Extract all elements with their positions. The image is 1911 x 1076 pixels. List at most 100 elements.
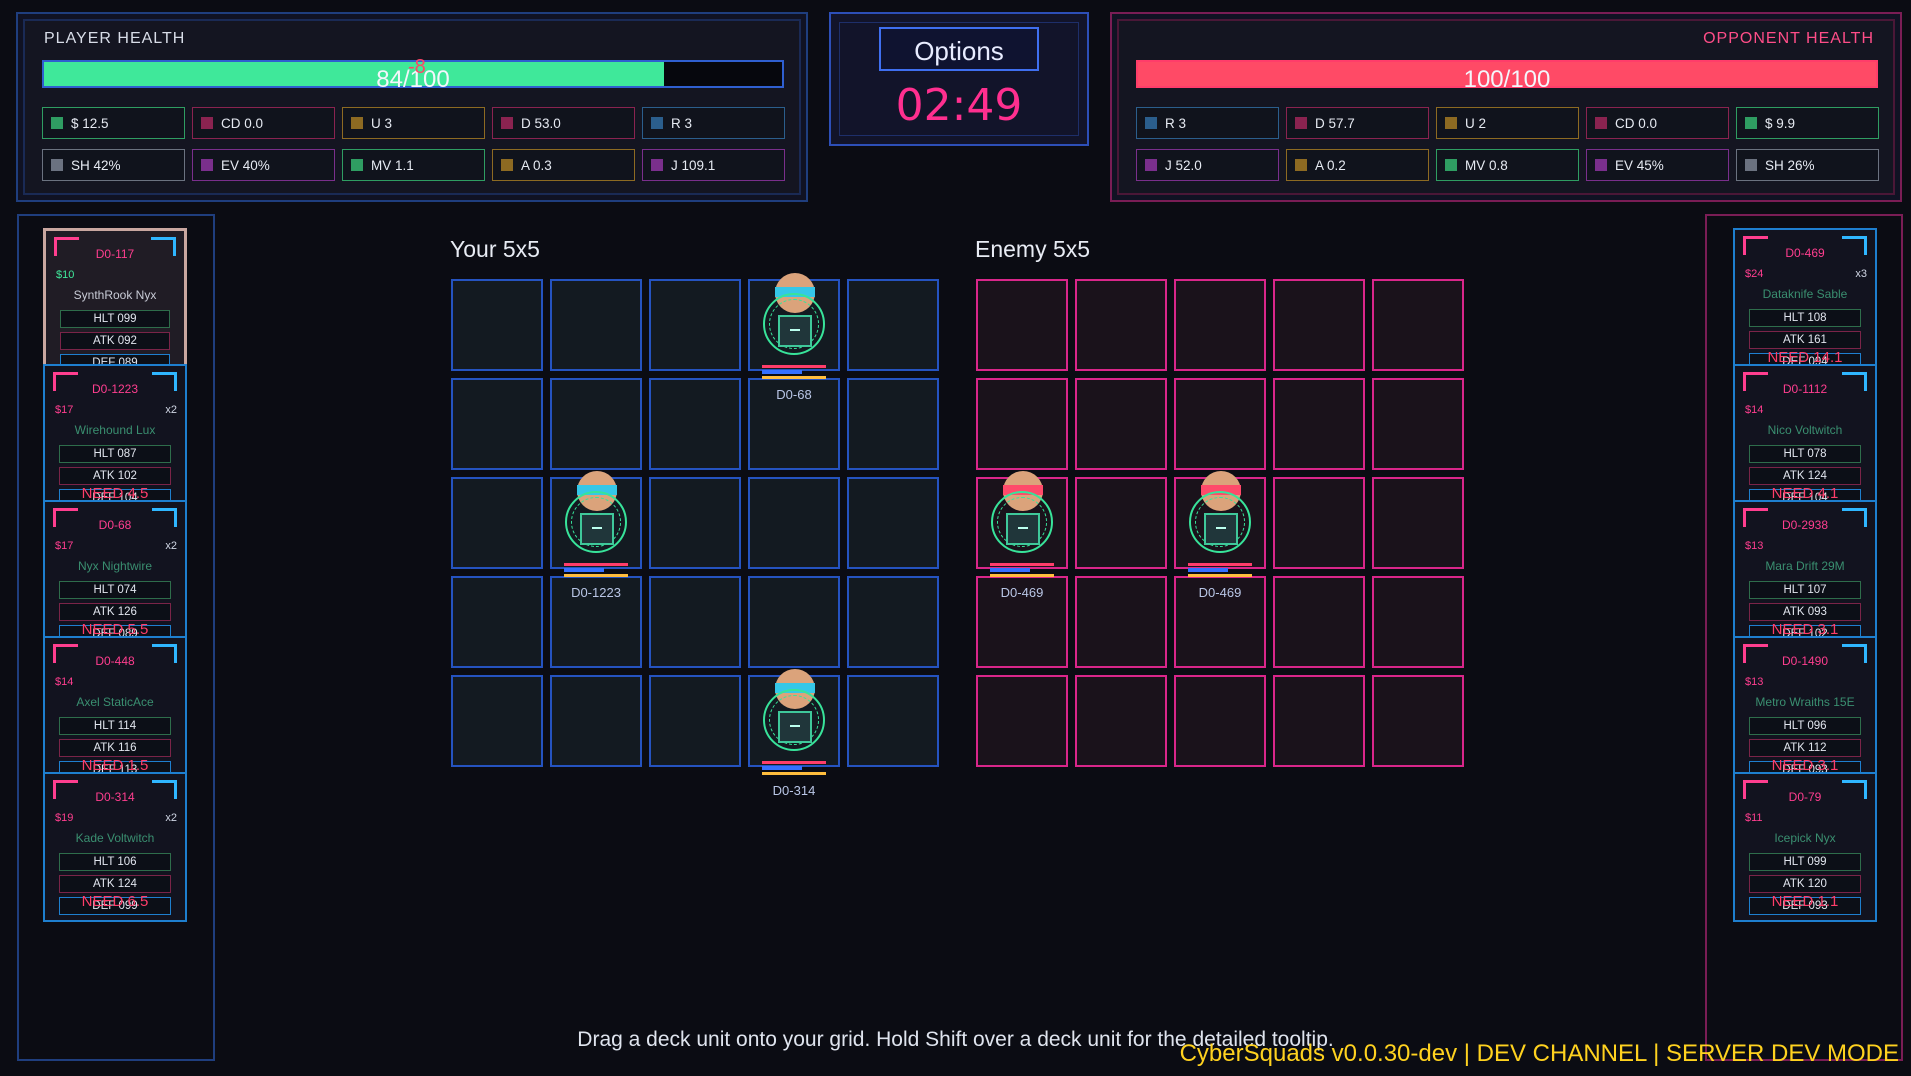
grid-cell[interactable] (1075, 675, 1167, 767)
opponent-stat: A 0.2 (1286, 149, 1429, 181)
card-multiplier: x3 (1855, 268, 1867, 280)
grid-cell[interactable] (1273, 279, 1365, 371)
grid-cell[interactable] (1372, 477, 1464, 569)
grid-cell[interactable] (976, 675, 1068, 767)
unit-sprite[interactable] (984, 471, 1058, 581)
deck-card[interactable]: D0-1112 $14 Nico Voltwitch HLT 078 ATK 124 DE… (1733, 364, 1877, 514)
unit-b3 (990, 574, 1054, 577)
version-text: CyberSquads v0.0.30-dev | DEV CHANNEL | … (1179, 1040, 1899, 1067)
unit-b1 (564, 563, 628, 566)
grid-cell[interactable] (847, 477, 939, 569)
card-attack: ATK 126 (59, 603, 171, 621)
stat-label: D 53.0 (521, 115, 561, 131)
stat-label: $ 9.9 (1765, 115, 1796, 131)
stat-label: U 3 (371, 115, 393, 131)
unit-b3 (762, 772, 826, 775)
stat-swatch-icon (1595, 159, 1607, 171)
unit-sprite[interactable] (558, 471, 632, 581)
card-name: Metro Wraiths 15E (1755, 695, 1855, 709)
card-attack: ATK 092 (60, 332, 170, 350)
deck-card[interactable]: D0-79 $11 Icepick Nyx HLT 099 ATK 120 DEF 093… (1733, 772, 1877, 922)
stat-swatch-icon (201, 159, 213, 171)
grid-cell[interactable] (1372, 675, 1464, 767)
card-health: HLT 106 (59, 853, 171, 871)
unit-sprite[interactable] (756, 669, 830, 779)
unit-body (1006, 513, 1040, 545)
grid-cell[interactable] (976, 378, 1068, 470)
grid-cell[interactable] (649, 279, 741, 371)
grid-cell[interactable] (1075, 477, 1167, 569)
unit-sprite[interactable] (756, 273, 830, 383)
grid-cell[interactable] (1372, 378, 1464, 470)
stat-swatch-icon (651, 117, 663, 129)
card-health: HLT 078 (1749, 445, 1861, 463)
card-id: D0-1112 (1782, 382, 1828, 396)
stat-swatch-icon (1595, 117, 1607, 129)
unit-sprite[interactable] (1182, 471, 1256, 581)
grid-cell[interactable] (1273, 477, 1365, 569)
grid-cell[interactable] (748, 477, 840, 569)
stat-label: MV 0.8 (1465, 157, 1508, 173)
grid-cell[interactable] (847, 279, 939, 371)
grid-cell[interactable] (451, 378, 543, 470)
grid-cell[interactable] (451, 576, 543, 668)
player-stat: U 3 (342, 107, 485, 139)
grid-cell[interactable] (1273, 576, 1365, 668)
grid-cell[interactable] (1174, 279, 1266, 371)
grid-cell[interactable] (1075, 576, 1167, 668)
grid-cell[interactable] (649, 378, 741, 470)
grid-cell[interactable] (1075, 378, 1167, 470)
grid-cell[interactable] (649, 576, 741, 668)
grid-cell[interactable] (976, 279, 1068, 371)
grid-cell[interactable] (847, 378, 939, 470)
deck-card[interactable]: D0-314 $19 x2 Kade Voltwitch HLT 106 ATK 124 D… (43, 772, 187, 922)
card-cost: $14 (55, 676, 74, 688)
deck-card[interactable]: D0-1223 $17 x2 Wirehound Lux HLT 087 ATK 102 D… (43, 364, 187, 514)
grid-cell[interactable] (649, 675, 741, 767)
grid-cell[interactable] (1075, 279, 1167, 371)
card-name: Wirehound Lux (74, 423, 156, 437)
grid-cell[interactable] (550, 378, 642, 470)
opponent-stat: D 57.7 (1286, 107, 1429, 139)
opponent-stat: EV 45% (1586, 149, 1729, 181)
grid-cell[interactable] (847, 576, 939, 668)
grid-cell[interactable] (451, 477, 543, 569)
grid-cell[interactable] (1372, 279, 1464, 371)
deck-card[interactable]: D0-2938 $13 Mara Drift 29M HLT 107 ATK 093 DE… (1733, 500, 1877, 650)
stat-label: EV 40% (221, 157, 270, 173)
card-attack: ATK 112 (1749, 739, 1861, 757)
grid-cell[interactable] (550, 675, 642, 767)
unit-label: D0-469 (1000, 585, 1044, 600)
card-id: D0-117 (95, 247, 135, 261)
deck-card[interactable]: D0-469 $24 x3 Dataknife Sable HLT 108 ATK 161… (1733, 228, 1877, 378)
player-stat: J 109.1 (642, 149, 785, 181)
player-stats: $ 12.5 CD 0.0 U 3 D 53.0 R 3 SH 42% EV 40% MV 1… (42, 107, 792, 181)
grid-cell[interactable] (550, 279, 642, 371)
card-need: NEED 1.1 (1771, 893, 1839, 910)
grid-cell[interactable] (1174, 675, 1266, 767)
deck-card[interactable]: D0-448 $14 Axel StaticAce HLT 114 ATK 116 DEF… (43, 636, 187, 786)
grid-cell[interactable] (1372, 576, 1464, 668)
grid-cell[interactable] (748, 576, 840, 668)
unit-label: D0-314 (772, 783, 816, 798)
grid-cell[interactable] (847, 675, 939, 767)
grid-cell[interactable] (451, 675, 543, 767)
stat-label: SH 26% (1765, 157, 1815, 173)
stat-swatch-icon (1295, 117, 1307, 129)
grid-cell[interactable] (649, 477, 741, 569)
opponent-stat: J 52.0 (1136, 149, 1279, 181)
grid-cell[interactable] (451, 279, 543, 371)
stat-swatch-icon (1145, 117, 1157, 129)
deck-card[interactable]: D0-117 $10 SynthRook Nyx HLT 099 ATK 092 DEF … (43, 228, 187, 378)
options-button[interactable]: Options (879, 27, 1039, 71)
card-health: HLT 099 (60, 310, 170, 328)
unit-b2 (1188, 568, 1228, 572)
deck-card[interactable]: D0-68 $17 x2 Nyx Nightwire HLT 074 ATK 126 DEF… (43, 500, 187, 650)
deck-card[interactable]: D0-1490 $13 Metro Wraiths 15E HLT 096 ATK 11… (1733, 636, 1877, 786)
card-health: HLT 074 (59, 581, 171, 599)
unit-b1 (762, 761, 826, 764)
grid-cell[interactable] (1273, 378, 1365, 470)
grid-cell[interactable] (1174, 378, 1266, 470)
player-stat: EV 40% (192, 149, 335, 181)
grid-cell[interactable] (1273, 675, 1365, 767)
